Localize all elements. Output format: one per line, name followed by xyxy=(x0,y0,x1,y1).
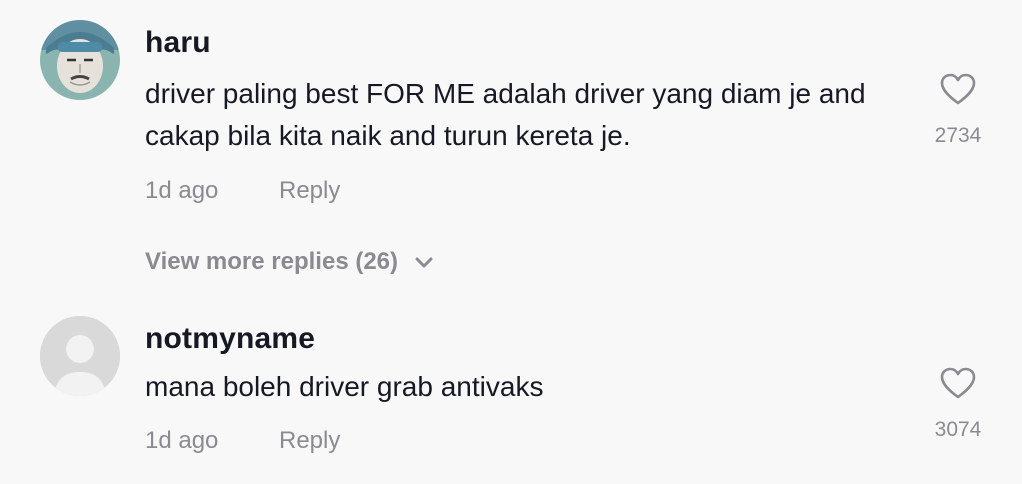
heart-icon xyxy=(940,367,976,399)
reply-button[interactable]: Reply xyxy=(279,177,340,205)
avatar[interactable] xyxy=(40,316,120,396)
comment-username[interactable]: haru xyxy=(145,26,211,60)
like-button[interactable]: 3074 xyxy=(918,366,998,442)
view-more-replies-label: View more replies (26) xyxy=(145,248,399,275)
default-user-avatar-icon xyxy=(40,316,120,396)
avatar[interactable] xyxy=(40,20,120,100)
reply-button[interactable]: Reply xyxy=(279,427,340,455)
view-more-replies-button[interactable]: View more replies (26) xyxy=(145,248,433,276)
comment-meta: 1d ago Reply xyxy=(145,427,340,455)
like-count: 2734 xyxy=(934,124,982,147)
comment-timestamp: 1d ago xyxy=(145,177,219,204)
comment-meta: 1d ago Reply xyxy=(145,177,340,205)
heart-icon xyxy=(940,73,976,105)
like-button[interactable]: 2734 xyxy=(918,72,998,148)
comment-username[interactable]: notmyname xyxy=(145,322,315,356)
comment-text: mana boleh driver grab antivaks xyxy=(145,371,544,402)
chevron-down-icon xyxy=(415,257,433,268)
comment-text: driver paling best FOR ME adalah driver … xyxy=(145,78,866,151)
user-photo-avatar-icon xyxy=(40,20,120,100)
like-count: 3074 xyxy=(934,418,982,441)
comment-timestamp: 1d ago xyxy=(145,427,219,454)
